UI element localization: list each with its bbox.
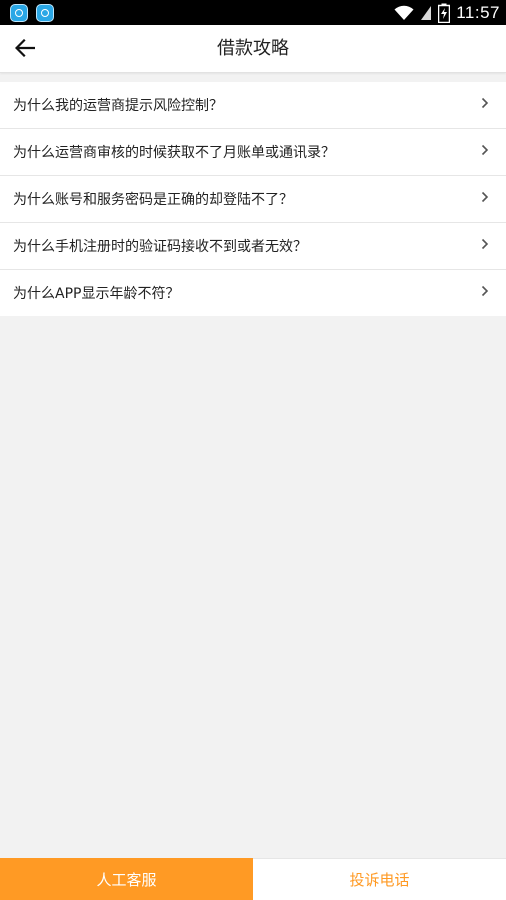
chevron-right-icon — [481, 238, 489, 250]
faq-item-label: 为什么APP显示年龄不符？ — [13, 286, 180, 302]
chevron-right-icon — [481, 285, 489, 297]
faq-item-label: 为什么账号和服务密码是正确的却登陆不了？ — [13, 192, 293, 208]
signal-icon — [421, 6, 432, 20]
battery-charging-icon — [438, 3, 451, 23]
faq-item-verification-code[interactable]: 为什么手机注册时的验证码接收不到或者无效？ — [0, 223, 506, 270]
faq-item-bill-contacts[interactable]: 为什么运营商审核的时候获取不了月账单或通讯录？ — [0, 129, 506, 176]
faq-list: 为什么我的运营商提示风险控制？ 为什么运营商审核的时候获取不了月账单或通讯录？ … — [0, 82, 506, 316]
chevron-right-icon — [481, 191, 489, 203]
bottom-action-bar: 人工客服 投诉电话 — [0, 858, 506, 900]
status-time: 11:57 — [456, 3, 500, 22]
chevron-right-icon — [481, 144, 489, 156]
status-bar: 11:57 — [0, 0, 506, 25]
app-notification-icon — [36, 4, 54, 22]
screen: 11:57 借款攻略 为什么我的运营商提示风险控制？ 为什么运营商审核的时候获取… — [0, 0, 506, 900]
customer-service-button[interactable]: 人工客服 — [0, 858, 253, 900]
faq-item-risk-control[interactable]: 为什么我的运营商提示风险控制？ — [0, 82, 506, 129]
chevron-right-icon — [481, 97, 489, 109]
faq-item-login-failed[interactable]: 为什么账号和服务密码是正确的却登陆不了？ — [0, 176, 506, 223]
back-button[interactable] — [8, 31, 42, 65]
complaint-phone-button[interactable]: 投诉电话 — [253, 858, 506, 900]
faq-item-age-mismatch[interactable]: 为什么APP显示年龄不符？ — [0, 270, 506, 316]
faq-item-label: 为什么手机注册时的验证码接收不到或者无效？ — [13, 239, 307, 255]
faq-item-label: 为什么运营商审核的时候获取不了月账单或通讯录？ — [13, 145, 335, 161]
page-title: 借款攻略 — [217, 38, 289, 59]
status-icons: 11:57 — [394, 2, 500, 24]
app-bar: 借款攻略 — [0, 25, 506, 73]
arrow-left-icon — [15, 39, 35, 57]
faq-item-label: 为什么我的运营商提示风险控制？ — [13, 98, 223, 114]
wifi-icon — [394, 5, 414, 20]
app-notification-icon — [10, 4, 28, 22]
